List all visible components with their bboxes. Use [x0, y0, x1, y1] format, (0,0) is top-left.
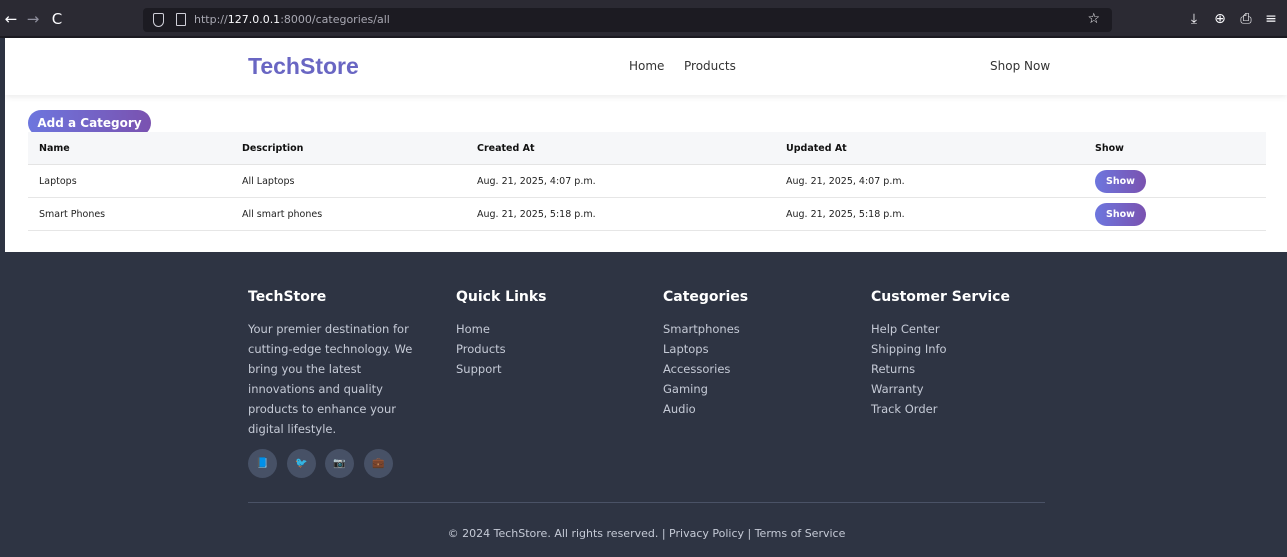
- cell-description: All smart phones: [242, 209, 323, 220]
- table-header-row: Name Description Created At Updated At S…: [28, 132, 1266, 165]
- footer-categories-title: Categories: [663, 289, 749, 305]
- header-created-at: Created At: [477, 143, 535, 154]
- footer-link-laptops[interactable]: Laptops: [663, 339, 748, 359]
- footer-link-help-center[interactable]: Help Center: [871, 319, 1010, 339]
- facebook-icon[interactable]: 📘: [248, 449, 277, 478]
- footer-link-support[interactable]: Support: [456, 359, 546, 379]
- shop-now-link[interactable]: Shop Now: [990, 59, 1050, 73]
- show-button[interactable]: Show: [1095, 170, 1146, 193]
- footer-quick-links-title: Quick Links: [456, 289, 547, 305]
- footer-link-warranty[interactable]: Warranty: [871, 379, 1010, 399]
- forward-icon[interactable]: →: [24, 10, 42, 28]
- footer-customer-service-title: Customer Service: [871, 289, 1010, 305]
- nav-home-link[interactable]: Home: [629, 59, 664, 73]
- footer-link-products[interactable]: Products: [456, 339, 546, 359]
- shield-icon[interactable]: [153, 13, 164, 27]
- footer-divider: [248, 502, 1045, 503]
- header-show: Show: [1095, 143, 1124, 154]
- footer-link-returns[interactable]: Returns: [871, 359, 1010, 379]
- footer-quick-links: Quick Links Home Products Support: [456, 288, 546, 379]
- footer-link-audio[interactable]: Audio: [663, 399, 748, 419]
- show-button[interactable]: Show: [1095, 203, 1146, 226]
- url-text[interactable]: http://127.0.0.1:8000/categories/all: [194, 12, 390, 28]
- extensions-icon[interactable]: ⎙: [1237, 10, 1255, 28]
- footer-copyright: © 2024 TechStore. All rights reserved. |…: [447, 527, 846, 540]
- site-footer: TechStore Your premier destination for c…: [5, 252, 1287, 557]
- back-icon[interactable]: ←: [2, 10, 20, 28]
- cell-description: All Laptops: [242, 176, 295, 187]
- header-name: Name: [39, 143, 70, 154]
- table-row: Smart Phones All smart phones Aug. 21, 2…: [28, 198, 1266, 231]
- header-updated-at: Updated At: [786, 143, 847, 154]
- cell-name: Smart Phones: [39, 209, 106, 220]
- page-icon[interactable]: [176, 13, 186, 26]
- downloads-icon[interactable]: ⤓: [1185, 10, 1203, 28]
- nav-products-link[interactable]: Products: [684, 59, 736, 73]
- footer-link-track-order[interactable]: Track Order: [871, 399, 1010, 419]
- account-icon[interactable]: ⊕: [1211, 10, 1229, 28]
- cell-created-at: Aug. 21, 2025, 4:07 p.m.: [477, 176, 596, 187]
- menu-icon[interactable]: ≡: [1262, 10, 1280, 28]
- linkedin-icon[interactable]: 💼: [364, 449, 393, 478]
- footer-link-home[interactable]: Home: [456, 319, 546, 339]
- twitter-icon[interactable]: 🐦: [287, 449, 316, 478]
- footer-link-shipping-info[interactable]: Shipping Info: [871, 339, 1010, 359]
- footer-customer-service: Customer Service Help Center Shipping In…: [871, 288, 1010, 419]
- cell-updated-at: Aug. 21, 2025, 4:07 p.m.: [786, 176, 905, 187]
- bookmark-star-icon[interactable]: ☆: [1087, 11, 1100, 27]
- footer-link-accessories[interactable]: Accessories: [663, 359, 748, 379]
- footer-about: TechStore Your premier destination for c…: [248, 288, 418, 439]
- footer-about-title: TechStore: [248, 289, 327, 305]
- instagram-icon[interactable]: 📷: [325, 449, 354, 478]
- address-bar[interactable]: http://127.0.0.1:8000/categories/all ☆: [143, 8, 1112, 32]
- site-header: TechStore Home Products Shop Now: [5, 38, 1287, 95]
- header-description: Description: [242, 143, 304, 154]
- reload-icon[interactable]: C: [48, 10, 66, 28]
- cell-name: Laptops: [39, 176, 77, 187]
- cell-created-at: Aug. 21, 2025, 5:18 p.m.: [477, 209, 596, 220]
- footer-categories: Categories Smartphones Laptops Accessori…: [663, 288, 748, 419]
- site-logo[interactable]: TechStore: [248, 53, 359, 80]
- footer-about-text: Your premier destination for cutting-edg…: [248, 322, 413, 436]
- browser-toolbar: ← → C http://127.0.0.1:8000/categories/a…: [0, 0, 1287, 38]
- cell-updated-at: Aug. 21, 2025, 5:18 p.m.: [786, 209, 905, 220]
- footer-link-smartphones[interactable]: Smartphones: [663, 319, 748, 339]
- footer-link-gaming[interactable]: Gaming: [663, 379, 748, 399]
- table-row: Laptops All Laptops Aug. 21, 2025, 4:07 …: [28, 165, 1266, 198]
